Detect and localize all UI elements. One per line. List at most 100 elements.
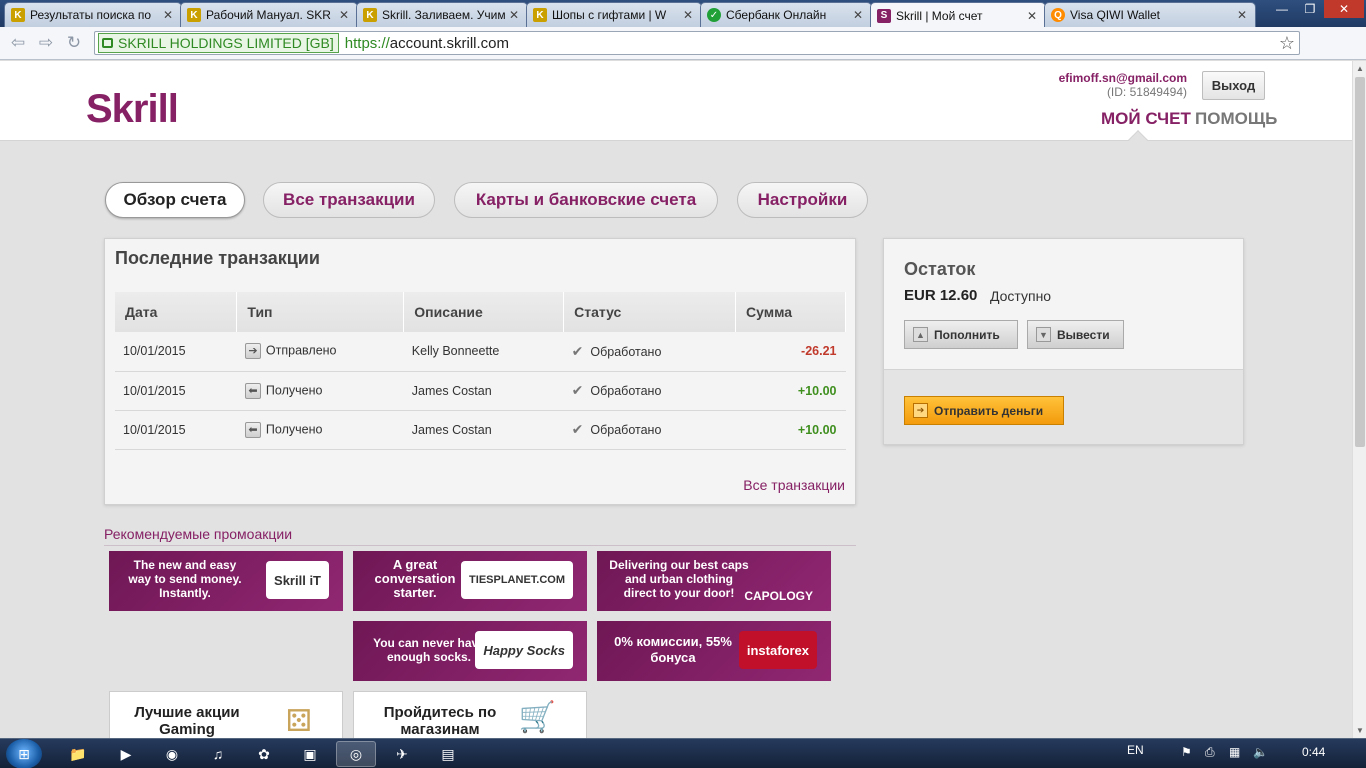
send-money-button[interactable]: ➔ Отправить деньги (904, 396, 1064, 425)
promo-banner-skrill-it[interactable]: The new and easy way to send money. Inst… (109, 551, 343, 611)
promo-banner-shopping[interactable]: Пройдитесь по магазинам 🛒 (353, 691, 587, 738)
arrow-right-icon: ➔ (913, 403, 928, 418)
media-player-icon[interactable]: ▶ (106, 741, 146, 767)
browser-tab-1[interactable]: K Результаты поиска по ✕ (4, 2, 182, 27)
withdraw-button[interactable]: ▼ Вывести (1027, 320, 1124, 349)
promo-banner-tiesplanet[interactable]: A great conversation starter. TIESPLANET… (353, 551, 587, 611)
tx-description: James Costan (403, 410, 564, 450)
window-icon[interactable]: ▣ (290, 741, 330, 767)
ev-certificate-badge[interactable]: SKRILL HOLDINGS LIMITED [GB] (98, 33, 339, 53)
kaspersky-icon: K (11, 8, 25, 22)
promo-banner-instaforex[interactable]: 0% комиссии, 55% бонуса instaforex (597, 621, 831, 681)
divider (104, 545, 856, 546)
browser-tab-6[interactable]: S Skrill | Мой счет ✕ (870, 2, 1046, 28)
promotions-title: Рекомендуемые промоакции (104, 526, 293, 542)
clock[interactable]: 0:44 (1302, 745, 1325, 759)
page-scrollbar[interactable]: ▲ ▼ (1352, 61, 1366, 738)
scroll-up-icon[interactable]: ▲ (1356, 64, 1364, 73)
promo-banner-happy-socks[interactable]: You can never have enough socks. Happy S… (353, 621, 587, 681)
icq-icon[interactable]: ✿ (244, 741, 284, 767)
browser-tab-5[interactable]: ✓ Сбербанк Онлайн ✕ (700, 2, 872, 27)
maximize-icon[interactable]: ❐ (1296, 0, 1324, 18)
close-icon[interactable]: ✕ (509, 8, 519, 22)
close-icon[interactable]: ✕ (163, 8, 173, 22)
arrow-left-icon: ⬅ (244, 421, 261, 438)
table-row[interactable]: 10/01/2015 ➔ Отправлено Kelly Bonneette ✔… (115, 332, 846, 372)
lock-icon (102, 38, 113, 48)
dice-icon: ⚄ (285, 705, 312, 738)
tx-status: Обработано (590, 344, 662, 359)
page-viewport: Skrill efimoff.sn@gmail.com (ID: 5184949… (0, 61, 1352, 738)
forward-icon[interactable]: ⇨ (36, 33, 56, 53)
dvd-icon[interactable]: ◉ (152, 741, 192, 767)
minimize-icon[interactable]: — (1268, 0, 1296, 18)
reload-icon[interactable]: ↻ (64, 33, 84, 53)
table-header: Дата Тип Описание Статус Сумма (115, 292, 846, 332)
column-header[interactable]: Описание (403, 292, 565, 332)
notepad-icon[interactable]: ▤ (428, 741, 468, 767)
arrow-left-icon: ⬅ (244, 382, 261, 399)
tab-all-transactions[interactable]: Все транзакции (263, 182, 435, 218)
scroll-down-icon[interactable]: ▼ (1356, 726, 1364, 735)
tx-date: 10/01/2015 (115, 371, 237, 411)
explorer-icon[interactable]: 📁 (58, 741, 98, 767)
chrome-icon[interactable]: ◎ (336, 741, 376, 767)
browser-tab-7[interactable]: Q Visa QIWI Wallet ✕ (1044, 2, 1256, 27)
tx-date: 10/01/2015 (115, 410, 237, 450)
tab-cards-bank-accounts[interactable]: Карты и банковские счета (454, 182, 718, 218)
browser-tab-strip: K Результаты поиска по ✕ K Рабочий Мануал. … (0, 0, 1366, 28)
tx-date: 10/01/2015 (115, 332, 237, 372)
language-indicator[interactable]: EN (1127, 743, 1144, 757)
qiwi-icon: Q (1051, 8, 1065, 22)
close-icon[interactable]: ✕ (683, 8, 693, 22)
promo-banner-gaming[interactable]: Лучшие акции Gaming ⚄ (109, 691, 343, 738)
network-icon[interactable]: ▦ (1229, 745, 1240, 759)
address-bar[interactable]: SKRILL HOLDINGS LIMITED [GB] https://acc… (94, 31, 1300, 55)
skrill-logo[interactable]: Skrill (86, 87, 179, 132)
flag-icon[interactable]: ⚑ (1181, 745, 1192, 759)
column-header[interactable]: Статус (563, 292, 737, 332)
table-row[interactable]: 10/01/2015 ⬅ Получено James Costan ✔ Обраб… (115, 371, 846, 411)
tab-settings[interactable]: Настройки (737, 182, 868, 218)
tx-type: Получено (265, 382, 323, 397)
table-row[interactable]: 10/01/2015 ⬅ Получено James Costan ✔ Обраб… (115, 410, 846, 450)
promo-logo: instaforex (738, 631, 817, 669)
device-icon[interactable]: ⎙ (1205, 745, 1215, 760)
card-title: Последние транзакции (115, 248, 320, 268)
deposit-button[interactable]: ▲ Пополнить (904, 320, 1018, 349)
close-icon[interactable]: ✕ (1027, 9, 1037, 23)
promo-banner-capology[interactable]: Delivering our best caps and urban cloth… (597, 551, 831, 611)
column-header[interactable]: Сумма (735, 292, 846, 332)
speaker-icon[interactable]: ♫ (198, 741, 238, 767)
promo-logo: TIESPLANET.COM (461, 561, 573, 599)
column-header[interactable]: Дата (115, 292, 238, 332)
browser-tab-3[interactable]: K Skrill. Заливаем. Учим ✕ (356, 2, 528, 27)
all-transactions-link[interactable]: Все транзакции (743, 477, 845, 493)
browser-tab-4[interactable]: K Шопы с гифтами | W ✕ (526, 2, 702, 27)
flag-app-icon[interactable]: ✈ (382, 741, 422, 767)
tx-description: James Costan (403, 371, 564, 411)
close-icon[interactable]: ✕ (853, 8, 863, 22)
tab-account-overview[interactable]: Обзор счета (105, 182, 245, 218)
check-icon: ✔ (571, 421, 584, 437)
browser-tab-2[interactable]: K Рабочий Мануал. SKR ✕ (180, 2, 358, 27)
arrow-down-icon: ▼ (1036, 327, 1051, 342)
logout-button[interactable]: Выход (1202, 71, 1265, 100)
arrow-up-icon: ▲ (913, 327, 928, 342)
balance-card: Остаток EUR 12.60 Доступно ▲ Пополнить ▼ В… (883, 238, 1244, 445)
tx-amount: +10.00 (735, 371, 846, 411)
close-window-icon[interactable]: ✕ (1324, 0, 1364, 18)
arrow-right-icon: ➔ (244, 343, 261, 360)
bookmark-star-icon[interactable]: ☆ (1279, 33, 1295, 54)
url-text[interactable]: https://account.skrill.com (345, 35, 509, 52)
start-button[interactable]: ⊞ (6, 739, 42, 768)
back-icon[interactable]: ⇦ (8, 33, 28, 53)
close-icon[interactable]: ✕ (339, 8, 349, 22)
close-icon[interactable]: ✕ (1237, 8, 1247, 22)
scroll-thumb[interactable] (1355, 77, 1365, 447)
nav-help[interactable]: ПОМОЩЬ (1195, 109, 1277, 129)
promo-logo: CAPOLOGY (744, 589, 813, 603)
volume-icon[interactable]: 🔈 (1253, 745, 1268, 759)
column-header[interactable]: Тип (236, 292, 405, 332)
nav-my-account[interactable]: МОЙ СЧЕТ (1101, 109, 1191, 129)
